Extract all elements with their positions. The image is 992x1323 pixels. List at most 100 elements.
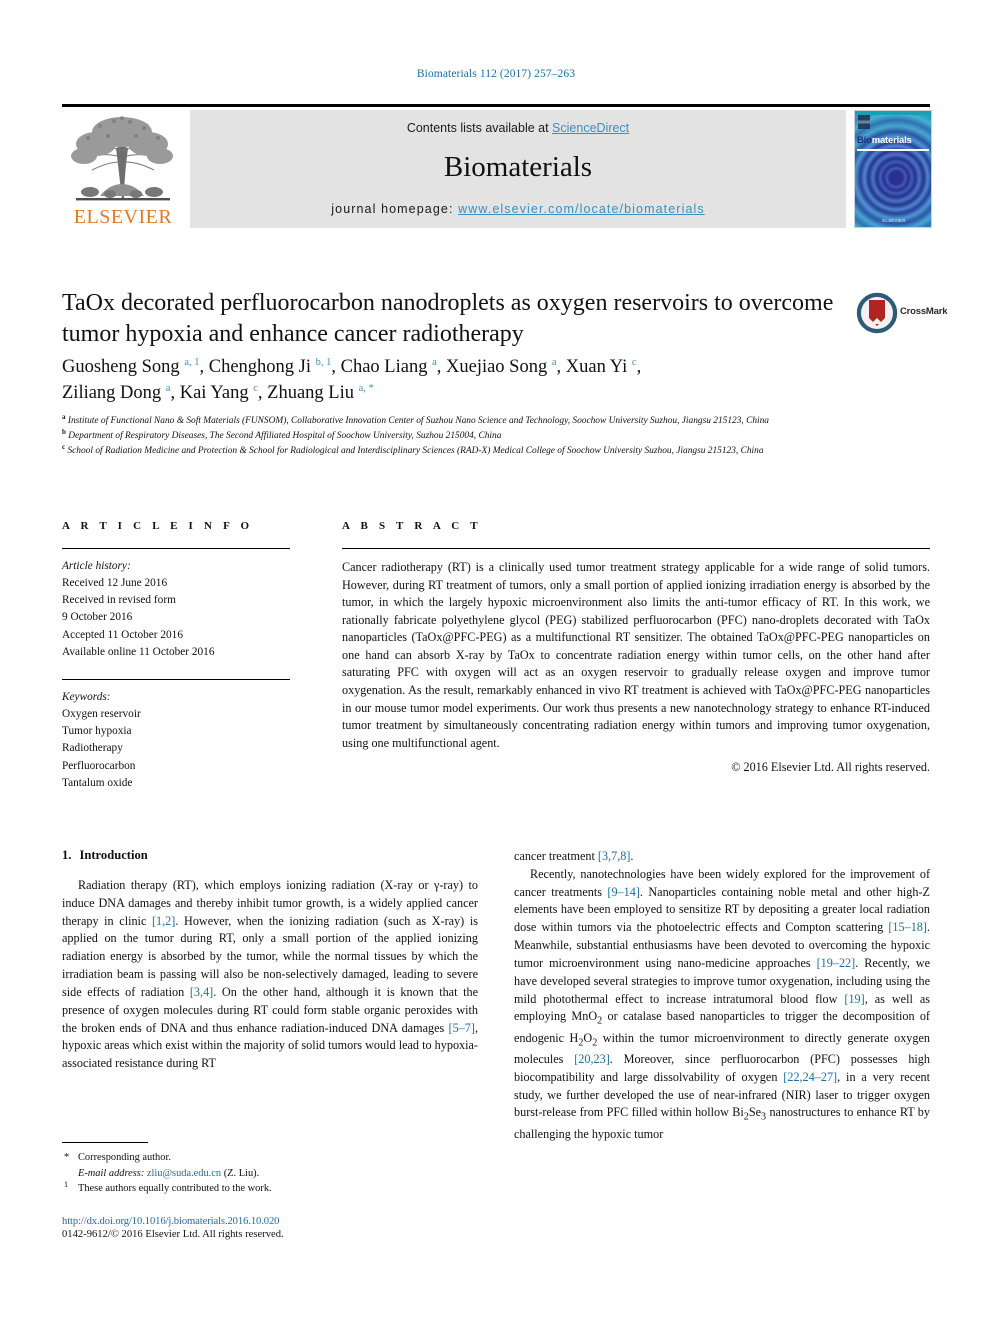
running-head-citation: Biomaterials 112 (2017) 257–263 bbox=[416, 68, 576, 80]
intro-paragraph-right-2: Recently, nanotechnologies have been wid… bbox=[514, 866, 930, 1144]
cover-title-bio: Bio bbox=[857, 135, 872, 146]
doi-footer: http://dx.doi.org/10.1016/j.biomaterials… bbox=[62, 1216, 522, 1240]
cover-artwork bbox=[855, 115, 931, 227]
citation-ref[interactable]: [9–14] bbox=[607, 885, 640, 899]
author-name: Chao Liang bbox=[340, 357, 433, 377]
footnote-corresponding-text: Corresponding author. bbox=[78, 1152, 171, 1163]
citation-ref[interactable]: [22,24–27] bbox=[783, 1070, 837, 1084]
intro-right-1k: Se bbox=[748, 1105, 762, 1120]
citation-ref[interactable]: [3,7,8] bbox=[598, 849, 631, 863]
section-heading-introduction: 1. Introduction bbox=[62, 848, 478, 863]
history-line: 9 October 2016 bbox=[62, 611, 133, 624]
journal-article-page: Biomaterials 112 (2017) 257–263 ELSEVIER… bbox=[0, 0, 992, 1323]
author-affiliation-marker: a, 1 bbox=[184, 356, 200, 368]
journal-title: Biomaterials bbox=[443, 151, 593, 183]
cover-publisher-glyph bbox=[858, 115, 870, 129]
author-affiliation-marker: b, 1 bbox=[315, 356, 332, 368]
author-name: Guosheng Song bbox=[62, 357, 185, 377]
affiliation-text: School of Radiation Medicine and Protect… bbox=[65, 446, 764, 457]
author-name: Xuan Yi bbox=[565, 357, 632, 377]
keywords-label: Keywords: bbox=[62, 690, 111, 703]
footnote-superscript-1: 1 bbox=[64, 1180, 68, 1190]
cover-title-materials: materials bbox=[871, 135, 912, 146]
abstract-section: A B S T R A C T Cancer radiotherapy (RT)… bbox=[342, 520, 930, 775]
affiliation-item: a Institute of Functional Nano & Soft Ma… bbox=[62, 413, 922, 429]
crossmark-badge[interactable]: CrossMark bbox=[856, 292, 948, 336]
elsevier-wordmark: ELSEVIER bbox=[73, 206, 173, 228]
cover-title: Biomaterials bbox=[855, 135, 931, 146]
history-line: Received 12 June 2016 bbox=[62, 577, 168, 590]
intro-right-1g: O bbox=[583, 1030, 593, 1045]
citation-ref[interactable]: [20,23] bbox=[574, 1052, 610, 1066]
footnote-corresponding-author: * Corresponding author. E-mail address: z… bbox=[62, 1150, 478, 1181]
footnote-rule bbox=[62, 1142, 148, 1143]
citation-ref[interactable]: [15–18] bbox=[888, 920, 927, 934]
keyword-item: Tantalum oxide bbox=[62, 776, 133, 789]
citation-ref[interactable]: [1,2] bbox=[152, 914, 175, 928]
footnote-asterisk: * bbox=[64, 1152, 70, 1163]
keyword-item: Tumor hypoxia bbox=[62, 725, 132, 738]
article-info-heading: A R T I C L E I N F O bbox=[62, 520, 254, 532]
keywords-rule bbox=[62, 678, 290, 680]
section-title-text: Introduction bbox=[79, 848, 148, 862]
affiliation-list: a Institute of Functional Nano & Soft Ma… bbox=[62, 413, 922, 460]
journal-homepage-link[interactable]: www.elsevier.com/locate/biomaterials bbox=[458, 202, 705, 216]
article-history-label: Article history: bbox=[62, 560, 131, 572]
author-list: Guosheng Song a, 1, Chenghong Ji b, 1, C… bbox=[62, 355, 862, 406]
footnote-equal-contribution: 1 These authors equally contributed to th… bbox=[62, 1180, 478, 1197]
body-column-left: 1. Introduction Radiation therapy (RT), w… bbox=[62, 848, 478, 1073]
keywords-list: Keywords: Oxygen reservoir Tumor hypoxia… bbox=[62, 689, 290, 792]
citation-ref[interactable]: [19] bbox=[844, 992, 864, 1006]
author-name: Xuejiao Song bbox=[446, 357, 552, 377]
intro-right-a: cancer treatment bbox=[514, 849, 598, 863]
citation-ref[interactable]: [3,4] bbox=[190, 985, 213, 999]
footnote-block: * Corresponding author. E-mail address: z… bbox=[62, 1142, 478, 1197]
abstract-copyright: © 2016 Elsevier Ltd. All rights reserved… bbox=[731, 760, 930, 775]
journal-homepage-line: journal homepage: www.elsevier.com/locat… bbox=[190, 202, 846, 216]
author-separator: , bbox=[436, 357, 446, 377]
history-line: Received in revised form bbox=[62, 594, 176, 607]
article-info-rule bbox=[62, 548, 290, 549]
cover-footer-text: ELSEVIER bbox=[882, 218, 906, 223]
author-separator: , bbox=[331, 357, 341, 377]
homepage-label: journal homepage: bbox=[331, 202, 459, 216]
sciencedirect-link[interactable]: ScienceDirect bbox=[552, 121, 629, 135]
masthead-top-rule bbox=[62, 104, 930, 107]
author-separator: , bbox=[556, 357, 566, 377]
author-separator: , bbox=[199, 357, 209, 377]
journal-masthead: ELSEVIER Contents lists available at Sci… bbox=[62, 104, 932, 228]
page-title: TaOx decorated perfluorocarbon nanodropl… bbox=[62, 290, 834, 347]
author-separator: , bbox=[170, 382, 180, 403]
email-suffix: (Z. Liu). bbox=[223, 1167, 260, 1179]
affiliation-text: Institute of Functional Nano & Soft Mate… bbox=[65, 416, 769, 426]
intro-right-b: . bbox=[630, 849, 634, 863]
citation-ref[interactable]: [19–22] bbox=[817, 956, 856, 970]
email-link[interactable]: zliu@suda.edu.cn bbox=[147, 1168, 221, 1179]
body-column-right: cancer treatment [3,7,8]. Recently, nano… bbox=[514, 848, 930, 1143]
abstract-text: Cancer radiotherapy (RT) is a clinically… bbox=[342, 560, 930, 750]
intro-paragraph-right-continued: cancer treatment [3,7,8]. bbox=[514, 848, 930, 866]
author-separator: , bbox=[636, 357, 642, 377]
history-line: Accepted 11 October 2016 bbox=[62, 628, 183, 641]
elsevier-logo: ELSEVIER bbox=[64, 110, 182, 228]
author-name: Chenghong Ji bbox=[208, 357, 316, 377]
issn-copyright-line: 0142-9612/© 2016 Elsevier Ltd. All right… bbox=[62, 1229, 284, 1240]
doi-link[interactable]: http://dx.doi.org/10.1016/j.biomaterials… bbox=[62, 1216, 522, 1227]
keyword-item: Perfluorocarbon bbox=[62, 759, 136, 772]
elsevier-tree-icon bbox=[70, 112, 176, 204]
author-affiliation-marker: a, * bbox=[358, 382, 374, 394]
citation-ref[interactable]: [5–7] bbox=[449, 1021, 475, 1035]
affiliation-item: c School of Radiation Medicine and Prote… bbox=[62, 444, 922, 459]
crossmark-label: CrossMark bbox=[900, 306, 948, 317]
affiliation-text: Department of Respiratory Diseases, The … bbox=[65, 431, 502, 442]
keyword-item: Radiotherapy bbox=[62, 742, 123, 755]
keyword-item: Oxygen reservoir bbox=[62, 708, 141, 721]
author-separator: , bbox=[257, 382, 268, 403]
abstract-heading: A B S T R A C T bbox=[342, 520, 482, 532]
footnote-equal-text: These authors equally contributed to the… bbox=[78, 1183, 272, 1195]
author-name: Ziliang Dong bbox=[62, 382, 166, 403]
history-line: Available online 11 October 2016 bbox=[62, 645, 215, 658]
article-history: Article history: Received 12 June 2016 R… bbox=[62, 558, 290, 661]
author-name: Kai Yang bbox=[179, 382, 254, 403]
contents-lists-line: Contents lists available at ScienceDirec… bbox=[190, 121, 846, 135]
